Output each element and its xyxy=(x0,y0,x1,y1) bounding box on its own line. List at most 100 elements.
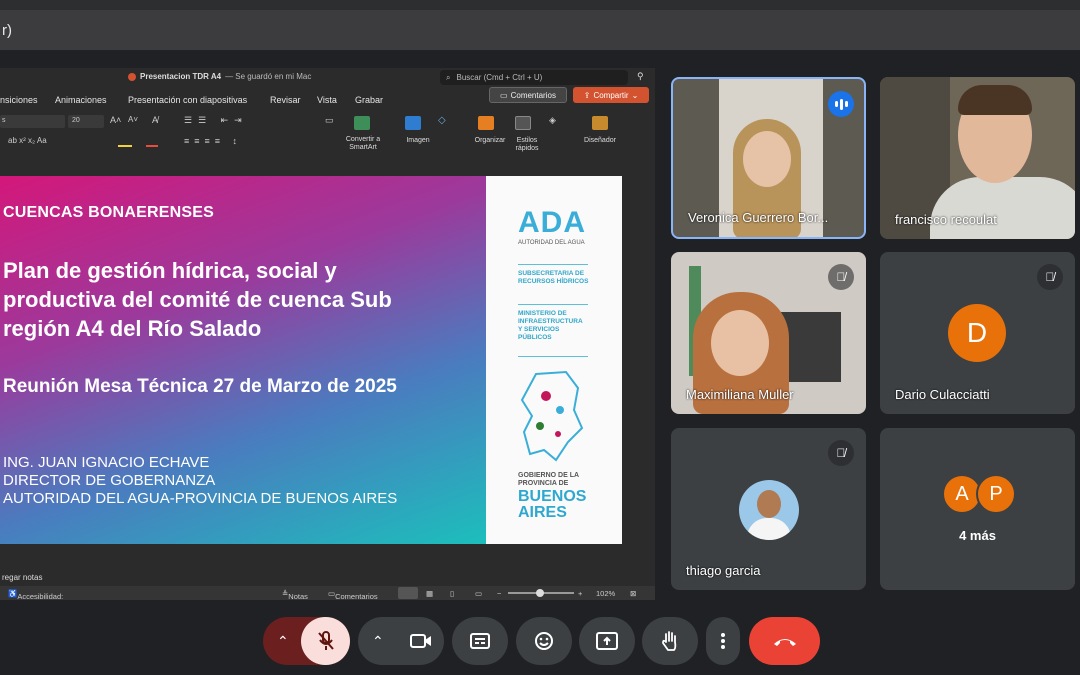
present-screen-button[interactable] xyxy=(579,617,635,665)
person-figure xyxy=(930,177,1075,239)
ada-logo: ADA xyxy=(518,206,586,239)
call-controls: ⌃ ⌃ xyxy=(0,605,1080,675)
hang-up-icon xyxy=(773,639,796,646)
participant-tile-francisco[interactable]: francisco recoulat xyxy=(880,77,1075,239)
reactions-button[interactable] xyxy=(516,617,572,665)
accessibility-status[interactable]: ♿ Accesibilidad: es necesario investigar xyxy=(8,589,63,600)
clear-format-icon[interactable]: A̸ xyxy=(152,115,158,125)
ppt-doc-title: Presentacion TDR A4 — Se guardó en mi Ma… xyxy=(128,72,311,81)
image-icon[interactable] xyxy=(405,116,421,130)
zoom-level[interactable]: 102% xyxy=(596,589,615,598)
chevron-up-icon[interactable]: ⌃ xyxy=(277,633,289,650)
zoom-out-icon[interactable]: − xyxy=(497,589,501,598)
arrange-label: Organizar xyxy=(474,137,506,144)
designer-label: Diseñador xyxy=(584,137,616,144)
comments-toggle[interactable]: ▭ Comentarios xyxy=(328,589,378,600)
shrink-font-icon[interactable]: A˅ xyxy=(128,115,138,124)
raise-hand-button[interactable] xyxy=(642,617,698,665)
window-title: r) xyxy=(2,21,12,39)
shapes-icon[interactable]: ◇ xyxy=(438,115,446,126)
participant-name: thiago garcia xyxy=(686,563,761,578)
format-icons[interactable]: ab x² x₂ Aa xyxy=(8,136,47,145)
comments-button[interactable]: ▭ Comentarios xyxy=(489,87,567,103)
captions-button[interactable] xyxy=(452,617,508,665)
align-icons[interactable]: ≡≡≡≡ ↕ xyxy=(184,136,242,146)
meeting-stage: Presentacion TDR A4 — Se guardó en mi Ma… xyxy=(0,50,1080,605)
participant-tile-maximiliana[interactable]: 🎙̸ Maximiliana Muller xyxy=(671,252,866,414)
font-name-field[interactable]: s xyxy=(0,115,65,128)
slide-heading: CUENCAS BONAERENSES xyxy=(3,204,214,221)
zoom-in-icon[interactable]: + xyxy=(578,589,582,598)
shared-presentation: Presentacion TDR A4 — Se guardó en mi Ma… xyxy=(0,68,655,600)
quick-styles-icon[interactable] xyxy=(515,116,531,130)
participant-tile-thiago[interactable]: 🎙̸ thiago garcia xyxy=(671,428,866,590)
more-participants-tile[interactable]: A P 4 más xyxy=(880,428,1075,590)
more-count: 4 más xyxy=(959,528,996,543)
menu-view[interactable]: Vista xyxy=(317,95,337,105)
add-notes-bar[interactable]: regar notas xyxy=(0,568,655,586)
reading-view-icon[interactable]: ▯ xyxy=(450,589,454,598)
divider xyxy=(518,264,588,265)
smartart-icon[interactable] xyxy=(354,116,370,130)
ppt-file-icon xyxy=(128,72,136,81)
menu-animations[interactable]: Animaciones xyxy=(55,95,107,105)
subsecretaria-text: SUBSECRETARIA DE RECURSOS HÍDRICOS xyxy=(518,270,589,285)
share-link-icon[interactable]: ⚲ xyxy=(637,71,644,82)
avatar: P xyxy=(976,474,1016,514)
menu-transitions[interactable]: nsiciones xyxy=(0,95,38,105)
zoom-slider-handle[interactable] xyxy=(536,589,544,597)
ppt-search-box[interactable]: ⌕ Buscar (Cmd + Ctrl + U) xyxy=(440,70,628,85)
font-color-icon[interactable] xyxy=(146,145,158,147)
highlight-icon[interactable] xyxy=(118,145,132,147)
share-button[interactable]: ⇪ Compartir ⌄ xyxy=(573,87,649,103)
slide-canvas: CUENCAS BONAERENSES Plan de gestión hídr… xyxy=(0,162,655,562)
chevron-down-icon: ⌄ xyxy=(631,90,639,100)
mic-off-icon: 🎙̸ xyxy=(1037,264,1063,290)
slide-gradient-panel: CUENCAS BONAERENSES Plan de gestión hídr… xyxy=(0,176,486,544)
menu-slideshow[interactable]: Presentación con diapositivas xyxy=(128,95,247,105)
participant-name: Veronica Guerrero Bor... xyxy=(688,210,829,225)
slide-title: Plan de gestión hídrica, social y produc… xyxy=(3,258,392,341)
ppt-titlebar: Presentacion TDR A4 — Se guardó en mi Ma… xyxy=(0,68,655,86)
current-slide[interactable]: CUENCAS BONAERENSES Plan de gestión hídr… xyxy=(0,176,622,544)
mic-control: ⌃ xyxy=(263,617,350,665)
notes-toggle[interactable]: ≜ Notas xyxy=(282,589,308,600)
grow-font-icon[interactable]: A˄ xyxy=(110,115,121,125)
sorter-view-icon[interactable]: ▦ xyxy=(426,589,433,598)
participant-tile-dario[interactable]: D 🎙̸ Dario Culacciatti xyxy=(880,252,1075,414)
ada-logo-sub: AUTORIDAD DEL AGUA xyxy=(518,240,585,246)
font-size-field[interactable]: 20 xyxy=(68,115,104,128)
search-icon: ⌕ xyxy=(446,72,451,82)
emoji-icon xyxy=(535,632,553,650)
participant-tile-veronica[interactable]: Veronica Guerrero Bor... xyxy=(671,77,866,239)
hand-icon xyxy=(662,631,677,651)
chevron-up-icon[interactable]: ⌃ xyxy=(372,633,384,650)
normal-view-icon[interactable] xyxy=(398,587,418,599)
textbox-icon[interactable]: ▭ xyxy=(325,115,334,126)
more-vert-icon xyxy=(721,633,725,649)
comment-icon: ▭ xyxy=(500,90,508,100)
captions-icon xyxy=(470,633,490,649)
menu-record[interactable]: Grabar xyxy=(355,95,383,105)
os-top-strip xyxy=(0,0,1080,10)
divider xyxy=(518,356,588,357)
arrange-icon[interactable] xyxy=(478,116,494,130)
slideshow-view-icon[interactable]: ▭ xyxy=(475,589,482,598)
list-icons[interactable]: ☰☰ ⇤⇥ xyxy=(184,115,248,126)
more-options-button[interactable] xyxy=(706,617,740,665)
divider xyxy=(518,304,588,305)
avatar xyxy=(739,480,799,540)
camera-icon xyxy=(410,634,431,648)
participant-name: francisco recoulat xyxy=(895,212,997,227)
mic-toggle-button[interactable] xyxy=(301,617,350,665)
province-map-graphic xyxy=(520,370,584,462)
menu-review[interactable]: Revisar xyxy=(270,95,301,105)
fit-slide-icon[interactable]: ⊠ xyxy=(630,589,636,598)
ppt-ribbon: s 20 A˄ A˅ A̸ ab x² x₂ Aa ☰☰ ⇤⇥ ≡≡≡≡ ↕ ▭… xyxy=(0,110,655,160)
ministerio-text: MINISTERIO DE INFRAESTRUCTURA Y SERVICIOS P… xyxy=(518,310,583,341)
fill-icon[interactable]: ◈ xyxy=(549,115,556,126)
camera-toggle-button[interactable] xyxy=(398,617,444,665)
camera-control: ⌃ xyxy=(358,617,444,665)
leave-call-button[interactable] xyxy=(749,617,820,665)
designer-icon[interactable] xyxy=(592,116,608,130)
